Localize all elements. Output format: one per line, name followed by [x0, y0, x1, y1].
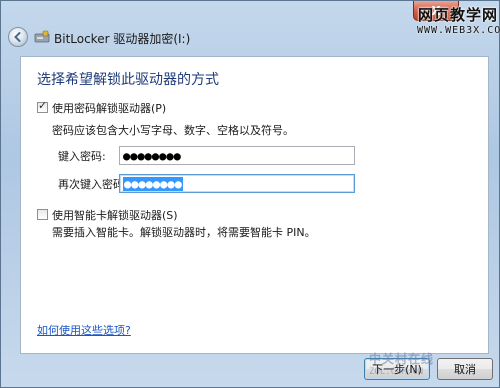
bitlocker-drive-icon — [34, 30, 50, 43]
bitlocker-window: BitLocker 驱动器加密(I:) X 网页教学网 WWW.WEB3X.CO… — [0, 0, 500, 388]
smartcard-hint: 需要插入智能卡。解锁驱动器时，将需要智能卡 PIN。 — [52, 226, 316, 239]
password-mask: ●●●●●●●● — [123, 148, 181, 163]
password-hint: 密码应该包含大小写字母、数字、空格以及符号。 — [52, 124, 294, 137]
back-arrow-icon — [14, 32, 21, 42]
wizard-content: 选择希望解锁此驱动器的方式 ✓ 使用密码解锁驱动器(P) 密码应该包含大小写字母… — [20, 56, 489, 354]
watermark-top-url: WWW.WEB3X.COM — [417, 25, 500, 36]
password-input[interactable]: ●●●●●●●● — [119, 146, 355, 165]
title-bar: BitLocker 驱动器加密(I:) X 网页教学网 WWW.WEB3X.CO… — [1, 1, 500, 55]
next-button[interactable]: 下一步(N) — [364, 358, 430, 380]
confirm-password-label: 再次键入密码: — [58, 178, 128, 191]
close-icon: X — [431, 3, 441, 18]
cancel-button[interactable]: 取消 — [437, 358, 493, 380]
confirm-password-input[interactable]: ●●●●●●●● — [119, 174, 355, 193]
password-option-label[interactable]: 使用密码解锁驱动器(P) — [52, 100, 166, 116]
password-option-checkbox[interactable]: ✓ — [37, 99, 48, 113]
checkmark-icon: ✓ — [38, 99, 48, 112]
page-heading: 选择希望解锁此驱动器的方式 — [37, 72, 219, 88]
smartcard-option-checkbox[interactable] — [37, 209, 48, 220]
help-link[interactable]: 如何使用这些选项? — [37, 322, 131, 338]
confirm-password-mask: ●●●●●●●● — [123, 176, 183, 191]
window-title: BitLocker 驱动器加密(I:) — [54, 32, 191, 46]
password-field-label: 键入密码: — [58, 150, 106, 163]
close-button[interactable]: X — [413, 1, 459, 21]
back-button[interactable] — [8, 27, 28, 47]
smartcard-option-label[interactable]: 使用智能卡解锁驱动器(S) — [52, 207, 178, 223]
